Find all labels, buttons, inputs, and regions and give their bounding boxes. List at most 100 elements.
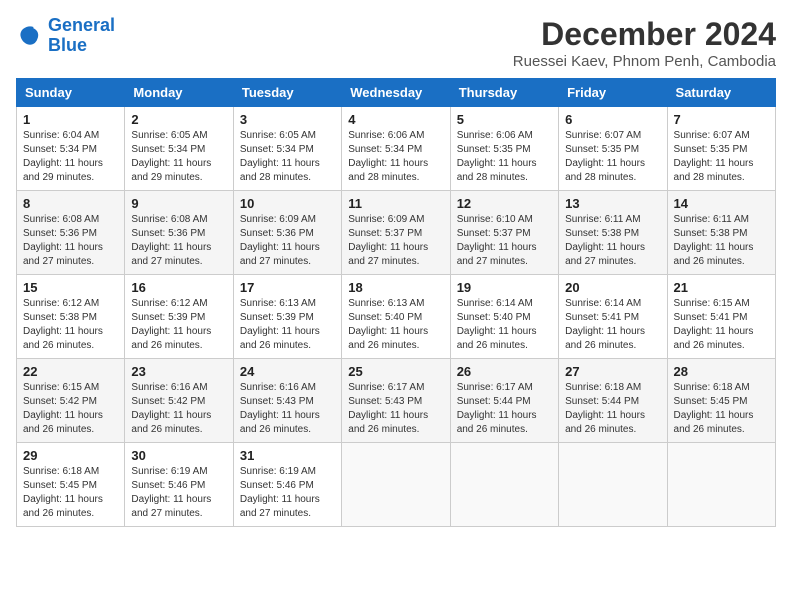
title-block: December 2024 Ruessei Kaev, Phnom Penh, … <box>513 16 776 70</box>
day-info: Sunrise: 6:12 AMSunset: 5:39 PMDaylight:… <box>131 297 226 353</box>
calendar-cell: 19Sunrise: 6:14 AMSunset: 5:40 PMDayligh… <box>450 275 558 359</box>
day-info: Sunrise: 6:16 AMSunset: 5:42 PMDaylight:… <box>131 381 226 437</box>
day-info: Sunrise: 6:14 AMSunset: 5:40 PMDaylight:… <box>457 297 552 353</box>
day-number: 26 <box>457 364 552 379</box>
day-info: Sunrise: 6:19 AMSunset: 5:46 PMDaylight:… <box>240 465 335 521</box>
day-number: 12 <box>457 196 552 211</box>
logo-text: General Blue <box>48 16 115 56</box>
day-number: 21 <box>674 280 769 295</box>
calendar-cell <box>342 443 450 527</box>
day-info: Sunrise: 6:12 AMSunset: 5:38 PMDaylight:… <box>23 297 118 353</box>
day-number: 30 <box>131 448 226 463</box>
calendar-table: SundayMondayTuesdayWednesdayThursdayFrid… <box>16 78 776 527</box>
day-info: Sunrise: 6:18 AMSunset: 5:45 PMDaylight:… <box>23 465 118 521</box>
calendar-cell: 16 Sunrise: 6:12 AMSunset: 5:39 PMDayligh… <box>125 275 233 359</box>
calendar-cell: 28 Sunrise: 6:18 AMSunset: 5:45 PMDayligh… <box>667 359 775 443</box>
logo: General Blue <box>16 16 115 56</box>
day-number: 29 <box>23 448 118 463</box>
page-header: General Blue December 2024 Ruessei Kaev,… <box>16 16 776 70</box>
calendar-week-2: 8Sunrise: 6:08 AMSunset: 5:36 PMDaylight… <box>17 191 776 275</box>
header-saturday: Saturday <box>667 79 775 107</box>
day-number: 23 <box>131 364 226 379</box>
day-number: 2 <box>131 112 226 127</box>
calendar-cell <box>450 443 558 527</box>
calendar-week-4: 22 Sunrise: 6:15 AMSunset: 5:42 PMDayligh… <box>17 359 776 443</box>
calendar-cell: 1Sunrise: 6:04 AMSunset: 5:34 PMDaylight… <box>17 107 125 191</box>
calendar-cell: 30Sunrise: 6:19 AMSunset: 5:46 PMDayligh… <box>125 443 233 527</box>
calendar-cell: 5 Sunrise: 6:06 AMSunset: 5:35 PMDaylight… <box>450 107 558 191</box>
day-info: Sunrise: 6:15 AMSunset: 5:41 PMDaylight:… <box>674 297 769 353</box>
calendar-cell: 15 Sunrise: 6:12 AMSunset: 5:38 PMDayligh… <box>17 275 125 359</box>
calendar-cell: 18 Sunrise: 6:13 AMSunset: 5:40 PMDayligh… <box>342 275 450 359</box>
day-info: Sunrise: 6:06 AMSunset: 5:35 PMDaylight:… <box>457 129 552 185</box>
day-info: Sunrise: 6:18 AMSunset: 5:44 PMDaylight:… <box>565 381 660 437</box>
day-number: 4 <box>348 112 443 127</box>
calendar-cell: 13Sunrise: 6:11 AMSunset: 5:38 PMDayligh… <box>559 191 667 275</box>
day-number: 9 <box>131 196 226 211</box>
calendar-header-row: SundayMondayTuesdayWednesdayThursdayFrid… <box>17 79 776 107</box>
day-number: 6 <box>565 112 660 127</box>
day-number: 24 <box>240 364 335 379</box>
calendar-cell: 25Sunrise: 6:17 AMSunset: 5:43 PMDayligh… <box>342 359 450 443</box>
day-info: Sunrise: 6:11 AMSunset: 5:38 PMDaylight:… <box>565 213 660 269</box>
calendar-cell: 6Sunrise: 6:07 AMSunset: 5:35 PMDaylight… <box>559 107 667 191</box>
day-number: 8 <box>23 196 118 211</box>
day-number: 16 <box>131 280 226 295</box>
day-number: 7 <box>674 112 769 127</box>
month-year: December 2024 <box>513 16 776 53</box>
day-info: Sunrise: 6:04 AMSunset: 5:34 PMDaylight:… <box>23 129 118 185</box>
day-number: 20 <box>565 280 660 295</box>
day-number: 17 <box>240 280 335 295</box>
day-number: 15 <box>23 280 118 295</box>
day-number: 14 <box>674 196 769 211</box>
calendar-cell: 2Sunrise: 6:05 AMSunset: 5:34 PMDaylight… <box>125 107 233 191</box>
calendar-cell: 8Sunrise: 6:08 AMSunset: 5:36 PMDaylight… <box>17 191 125 275</box>
calendar-cell: 11 Sunrise: 6:09 AMSunset: 5:37 PMDayligh… <box>342 191 450 275</box>
day-info: Sunrise: 6:11 AMSunset: 5:38 PMDaylight:… <box>674 213 769 269</box>
day-info: Sunrise: 6:14 AMSunset: 5:41 PMDaylight:… <box>565 297 660 353</box>
day-number: 22 <box>23 364 118 379</box>
calendar-cell: 27 Sunrise: 6:18 AMSunset: 5:44 PMDayligh… <box>559 359 667 443</box>
calendar-cell: 4Sunrise: 6:06 AMSunset: 5:34 PMDaylight… <box>342 107 450 191</box>
day-number: 31 <box>240 448 335 463</box>
calendar-cell: 12 Sunrise: 6:10 AMSunset: 5:37 PMDayligh… <box>450 191 558 275</box>
calendar-week-3: 15 Sunrise: 6:12 AMSunset: 5:38 PMDayligh… <box>17 275 776 359</box>
day-number: 11 <box>348 196 443 211</box>
header-sunday: Sunday <box>17 79 125 107</box>
logo-icon <box>16 22 44 50</box>
calendar-cell: 17Sunrise: 6:13 AMSunset: 5:39 PMDayligh… <box>233 275 341 359</box>
day-info: Sunrise: 6:16 AMSunset: 5:43 PMDaylight:… <box>240 381 335 437</box>
header-wednesday: Wednesday <box>342 79 450 107</box>
day-number: 5 <box>457 112 552 127</box>
calendar-cell: 21 Sunrise: 6:15 AMSunset: 5:41 PMDayligh… <box>667 275 775 359</box>
day-info: Sunrise: 6:13 AMSunset: 5:40 PMDaylight:… <box>348 297 443 353</box>
day-number: 3 <box>240 112 335 127</box>
calendar-cell: 7 Sunrise: 6:07 AMSunset: 5:35 PMDaylight… <box>667 107 775 191</box>
header-monday: Monday <box>125 79 233 107</box>
day-info: Sunrise: 6:07 AMSunset: 5:35 PMDaylight:… <box>674 129 769 185</box>
calendar-cell <box>667 443 775 527</box>
day-number: 27 <box>565 364 660 379</box>
day-info: Sunrise: 6:09 AMSunset: 5:37 PMDaylight:… <box>348 213 443 269</box>
header-friday: Friday <box>559 79 667 107</box>
calendar-cell: 26Sunrise: 6:17 AMSunset: 5:44 PMDayligh… <box>450 359 558 443</box>
calendar-cell: 31 Sunrise: 6:19 AMSunset: 5:46 PMDayligh… <box>233 443 341 527</box>
day-info: Sunrise: 6:15 AMSunset: 5:42 PMDaylight:… <box>23 381 118 437</box>
day-number: 10 <box>240 196 335 211</box>
calendar-cell: 20 Sunrise: 6:14 AMSunset: 5:41 PMDayligh… <box>559 275 667 359</box>
calendar-week-1: 1Sunrise: 6:04 AMSunset: 5:34 PMDaylight… <box>17 107 776 191</box>
header-tuesday: Tuesday <box>233 79 341 107</box>
calendar-week-5: 29 Sunrise: 6:18 AMSunset: 5:45 PMDayligh… <box>17 443 776 527</box>
calendar-cell <box>559 443 667 527</box>
day-info: Sunrise: 6:18 AMSunset: 5:45 PMDaylight:… <box>674 381 769 437</box>
calendar-cell: 9Sunrise: 6:08 AMSunset: 5:36 PMDaylight… <box>125 191 233 275</box>
day-info: Sunrise: 6:10 AMSunset: 5:37 PMDaylight:… <box>457 213 552 269</box>
day-number: 18 <box>348 280 443 295</box>
calendar-cell: 23 Sunrise: 6:16 AMSunset: 5:42 PMDayligh… <box>125 359 233 443</box>
calendar-cell: 22 Sunrise: 6:15 AMSunset: 5:42 PMDayligh… <box>17 359 125 443</box>
day-number: 25 <box>348 364 443 379</box>
calendar-cell: 10 Sunrise: 6:09 AMSunset: 5:36 PMDayligh… <box>233 191 341 275</box>
day-info: Sunrise: 6:09 AMSunset: 5:36 PMDaylight:… <box>240 213 335 269</box>
calendar-cell: 29 Sunrise: 6:18 AMSunset: 5:45 PMDayligh… <box>17 443 125 527</box>
day-number: 28 <box>674 364 769 379</box>
